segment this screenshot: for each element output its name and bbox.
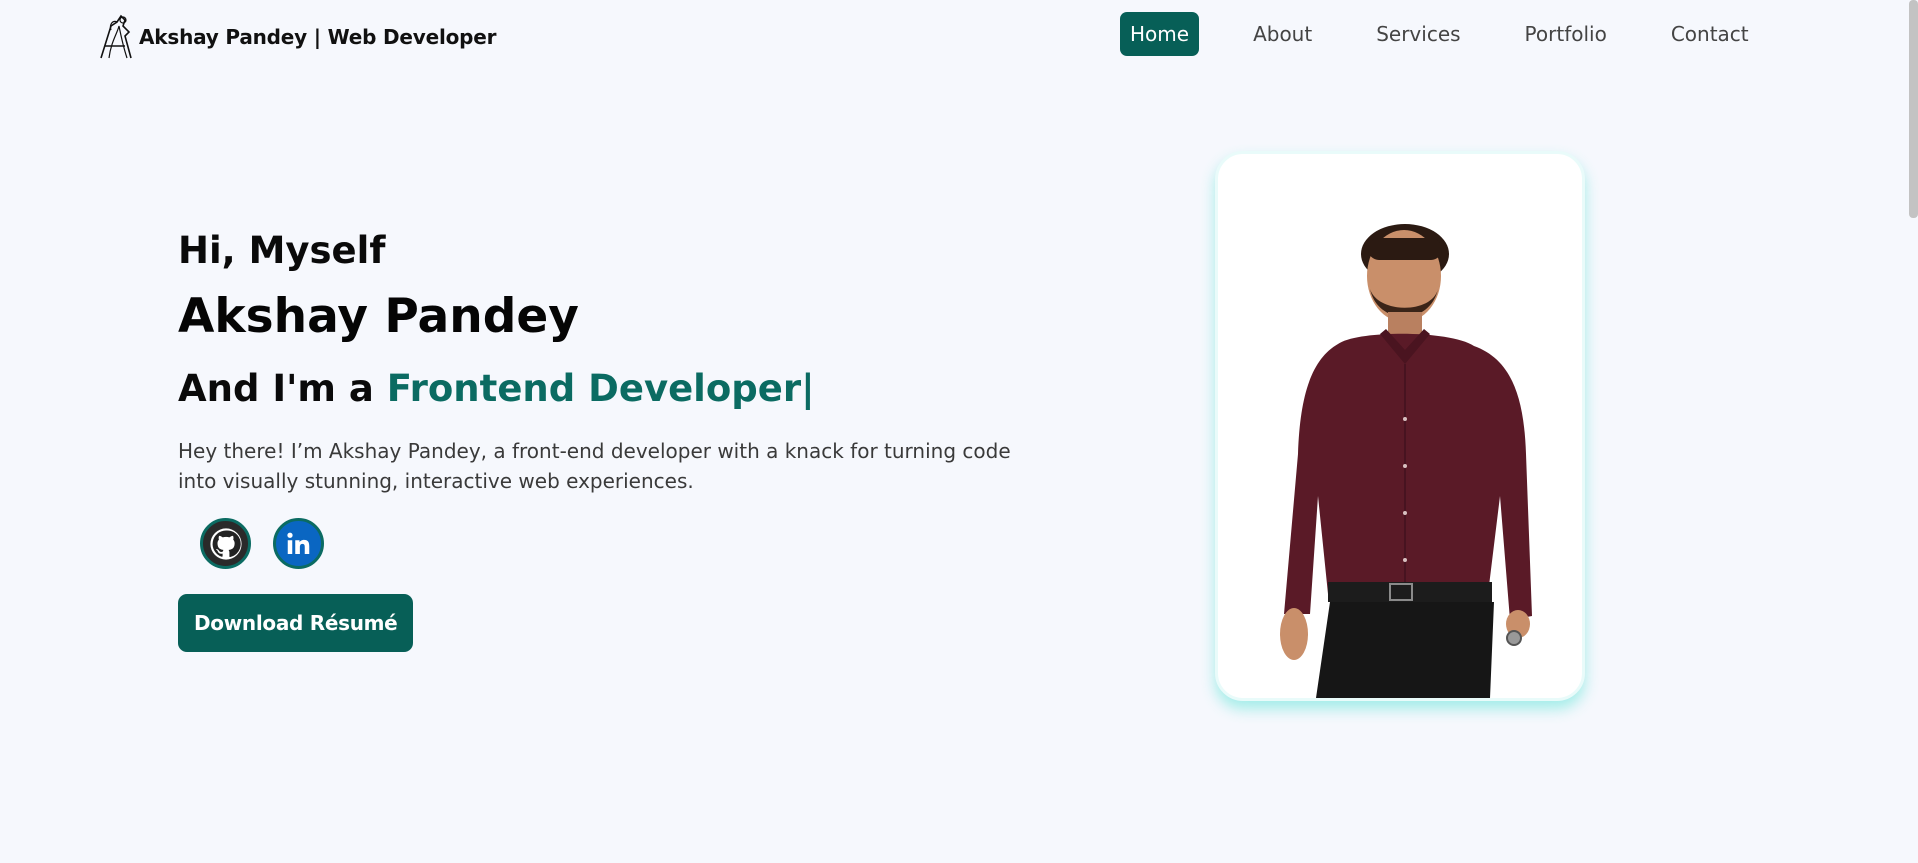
typed-role: Frontend Developer — [386, 367, 802, 410]
nav-item-home[interactable]: Home — [1120, 12, 1200, 56]
nav-item-about[interactable]: About — [1243, 12, 1322, 56]
hero-name: Akshay Pandey — [178, 289, 579, 344]
typing-cursor: | — [801, 367, 815, 410]
page: Akshay Pandey | Web Developer Home About… — [0, 0, 1918, 863]
hero-role-line: And I'm a Frontend Developer| — [178, 366, 1058, 412]
portrait-card — [1215, 151, 1585, 701]
github-link[interactable] — [200, 518, 251, 569]
nav-item-contact[interactable]: Contact — [1661, 12, 1759, 56]
hero-bio: Hey there! I’m Akshay Pandey, a front-en… — [178, 439, 1011, 493]
logo-icon — [100, 14, 132, 59]
hero-section: Hi, Myself Akshay Pandey And I'm a Front… — [178, 228, 1058, 652]
download-resume-button[interactable]: Download Résumé — [178, 594, 414, 652]
nav-item-services[interactable]: Services — [1366, 12, 1470, 56]
brand[interactable]: Akshay Pandey | Web Developer — [95, 12, 497, 62]
nav-item-portfolio[interactable]: Portfolio — [1515, 12, 1617, 56]
portrait-image — [1280, 224, 1532, 698]
linkedin-icon — [286, 532, 309, 554]
brand-title: Akshay Pandey | Web Developer — [139, 25, 497, 49]
scrollbar[interactable] — [1909, 0, 1918, 218]
linkedin-link[interactable] — [273, 518, 324, 569]
main-nav: Home About Services Portfolio Contact — [1120, 12, 1759, 56]
github-icon — [209, 527, 242, 560]
hero-greeting: Hi, Myself — [178, 229, 386, 272]
role-prefix: And I'm a — [178, 367, 387, 410]
social-links — [200, 518, 1058, 569]
